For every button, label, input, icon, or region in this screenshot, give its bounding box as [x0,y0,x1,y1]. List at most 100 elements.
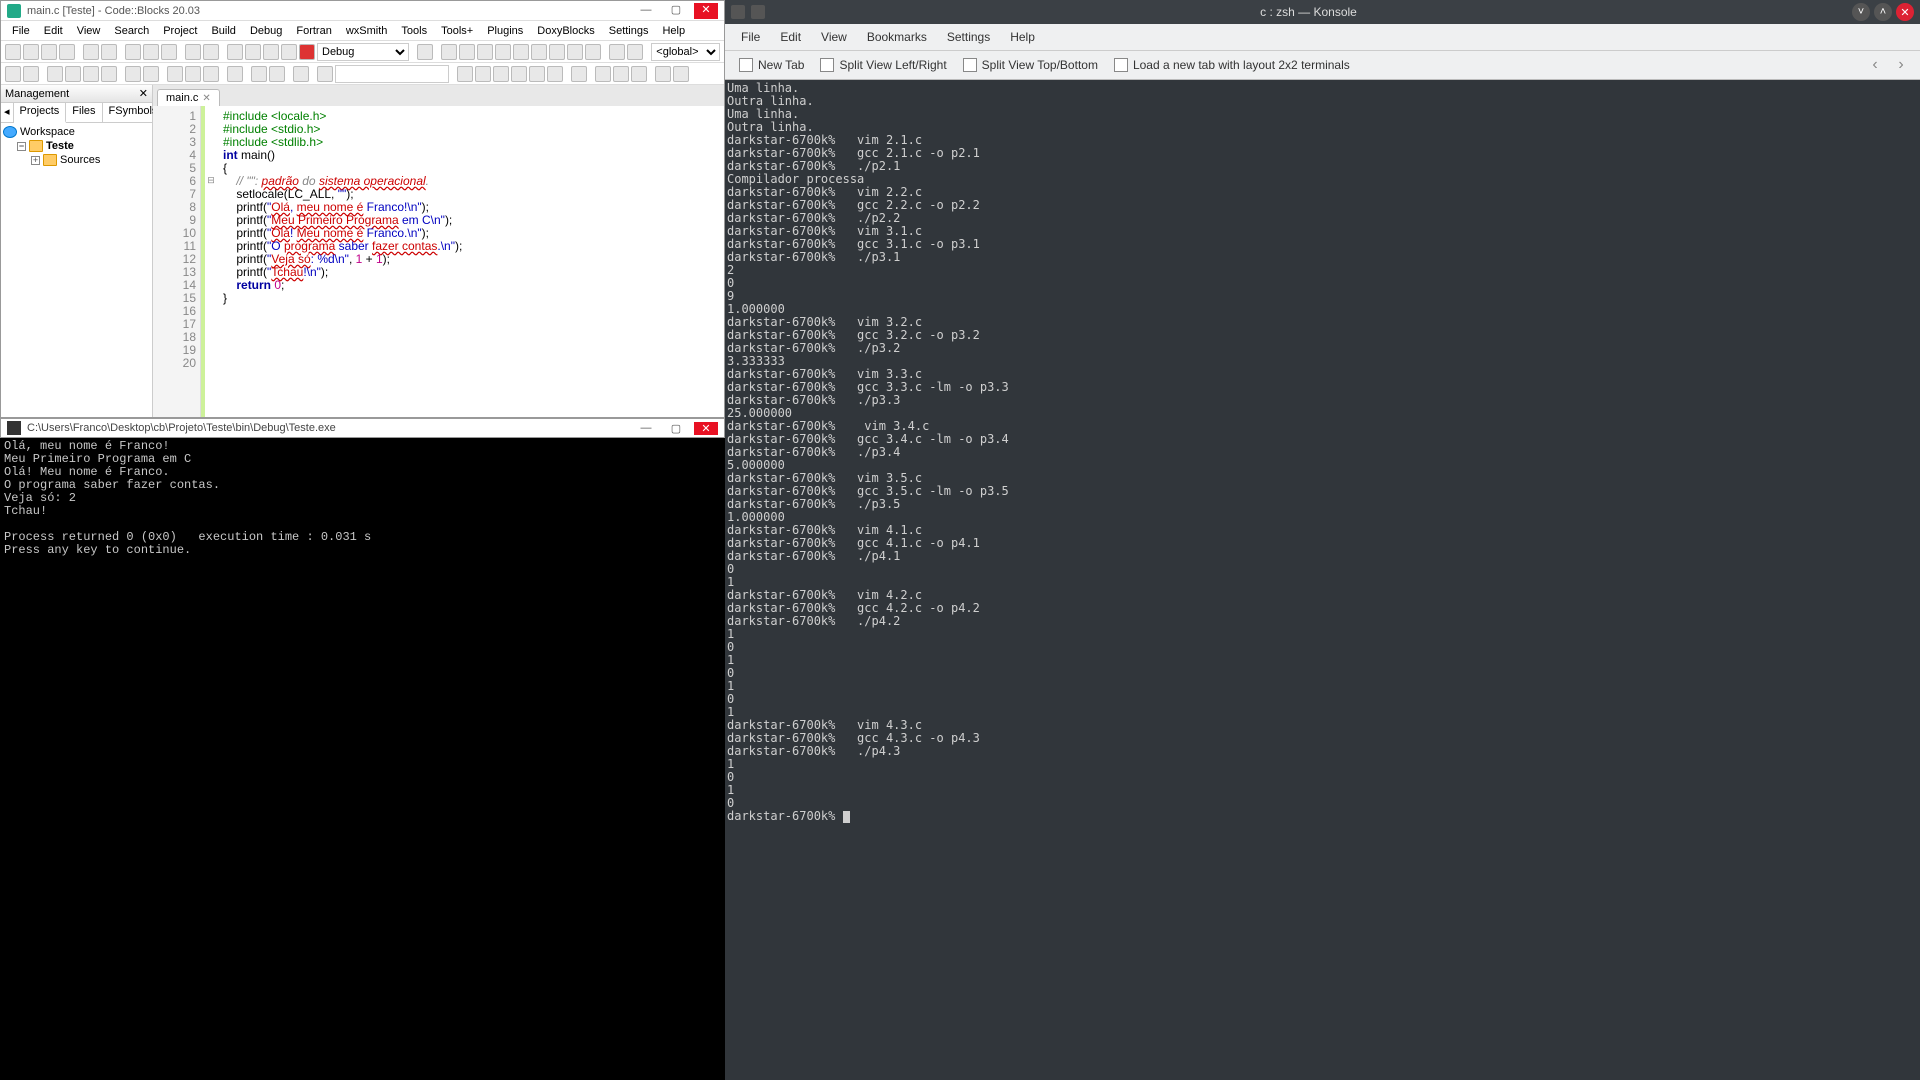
menu-file[interactable]: File [5,25,37,37]
doxy-icon[interactable] [167,66,183,82]
highlight-icon[interactable] [493,66,509,82]
nav-next-icon[interactable]: › [1888,56,1914,74]
nav-prev-icon[interactable]: ‹ [1862,56,1888,74]
close-button[interactable]: ✕ [694,3,718,19]
run-icon[interactable] [245,44,261,60]
editor-tab-close-icon[interactable]: ✕ [202,93,210,104]
build-run-icon[interactable] [263,44,279,60]
text3-icon[interactable] [631,66,647,82]
replace-icon[interactable] [203,44,219,60]
cmd-close-button[interactable]: ✕ [694,422,718,435]
doxy3-icon[interactable] [203,66,219,82]
menu-fortran[interactable]: Fortran [289,25,338,37]
build-icon[interactable] [227,44,243,60]
break-icon[interactable] [567,44,583,60]
cmd-titlebar[interactable]: C:\Users\Franco\Desktop\cb\Projeto\Teste… [0,418,725,438]
regex-icon[interactable] [547,66,563,82]
menu-wxsmith[interactable]: wxSmith [339,25,395,37]
abort-icon[interactable] [299,44,315,60]
next-match-icon[interactable] [475,66,491,82]
open-icon[interactable] [23,44,39,60]
next-bookmark-icon[interactable] [83,66,99,82]
misc1-icon[interactable] [655,66,671,82]
whole-word-icon[interactable] [529,66,545,82]
step-instr-icon[interactable] [549,44,565,60]
search-input[interactable] [335,65,449,83]
konsole-close-button[interactable]: ✕ [1896,3,1914,21]
split-lr-button[interactable]: Split View Left/Right [812,55,954,75]
kmenu-help[interactable]: Help [1000,30,1045,44]
text2-icon[interactable] [613,66,629,82]
next-line-icon[interactable] [477,44,493,60]
kmenu-bookmarks[interactable]: Bookmarks [857,30,937,44]
kmenu-settings[interactable]: Settings [937,30,1000,44]
step-out-icon[interactable] [513,44,529,60]
redo-icon[interactable] [101,44,117,60]
next-instr-icon[interactable] [531,44,547,60]
menu-view[interactable]: View [70,25,108,37]
kmenu-view[interactable]: View [811,30,857,44]
bookmark-icon[interactable] [47,66,63,82]
step-into-icon[interactable] [495,44,511,60]
info-icon[interactable] [627,44,643,60]
debug-windows-icon[interactable] [609,44,625,60]
cut-icon[interactable] [125,44,141,60]
konsole-titlebar[interactable]: c : zsh — Konsole ˅ ˄ ✕ [725,0,1920,24]
jump-icon[interactable] [125,66,141,82]
match-case-icon[interactable] [511,66,527,82]
konsole-output[interactable]: Uma linha. Outra linha. Uma linha. Outra… [725,80,1920,1080]
pin-icon[interactable] [751,5,765,19]
paste-icon[interactable] [161,44,177,60]
scope-select[interactable]: <global> [651,43,720,61]
prev-bookmark-icon[interactable] [65,66,81,82]
stop-icon[interactable] [585,44,601,60]
prev-match-icon[interactable] [457,66,473,82]
text-icon[interactable] [595,66,611,82]
menu-search[interactable]: Search [107,25,156,37]
minimize-button[interactable]: — [634,3,658,19]
tab-tree-left-arrow[interactable]: ◂ [1,103,14,122]
konsole-minimize-button[interactable]: ˅ [1852,3,1870,21]
cmd-output[interactable]: Olá, meu nome é Franco! Meu Primeiro Pro… [0,438,725,818]
code-content[interactable]: #include <locale.h>#include <stdio.h>#in… [217,106,724,417]
konsole-maximize-button[interactable]: ˄ [1874,3,1892,21]
run-to-cursor-icon[interactable] [459,44,475,60]
forward-icon[interactable] [23,66,39,82]
tree-project[interactable]: −Teste [3,139,150,153]
maximize-button[interactable]: ▢ [664,3,688,19]
menu-help[interactable]: Help [655,25,692,37]
layout-2x2-button[interactable]: Load a new tab with layout 2x2 terminals [1106,55,1358,75]
build-target-select[interactable]: Debug [317,43,409,61]
select-icon[interactable] [227,66,243,82]
cb-titlebar[interactable]: main.c [Teste] - Code::Blocks 20.03 — ▢ … [1,1,724,21]
undo-icon[interactable] [83,44,99,60]
rebuild-icon[interactable] [281,44,297,60]
nav-next-icon[interactable] [269,66,285,82]
jump-back-icon[interactable] [143,66,159,82]
misc2-icon[interactable] [673,66,689,82]
menu-plugins[interactable]: Plugins [480,25,530,37]
menu-edit[interactable]: Edit [37,25,70,37]
back-icon[interactable] [5,66,21,82]
split-tb-button[interactable]: Split View Top/Bottom [955,55,1106,75]
find-icon[interactable] [185,44,201,60]
doxy2-icon[interactable] [185,66,201,82]
tab-files[interactable]: Files [66,103,102,122]
save-icon[interactable] [41,44,57,60]
nav-prev-icon[interactable] [251,66,267,82]
tree-sources[interactable]: +Sources [3,153,150,167]
ptr-icon[interactable] [571,66,587,82]
clear-bookmarks-icon[interactable] [101,66,117,82]
debug-continue-icon[interactable] [441,44,457,60]
menu-doxyblocks[interactable]: DoxyBlocks [530,25,601,37]
new-tab-button[interactable]: New Tab [731,55,812,75]
copy-icon[interactable] [143,44,159,60]
menu-settings[interactable]: Settings [602,25,656,37]
cmd-minimize-button[interactable]: — [634,422,658,435]
code-editor[interactable]: 1234567891011121314151617181920 ⊟ #inclu… [153,106,724,417]
fold-margin[interactable]: ⊟ [205,106,217,417]
menu-build[interactable]: Build [204,25,242,37]
save-all-icon[interactable] [59,44,75,60]
run-search-icon[interactable] [317,66,333,82]
menu-tools[interactable]: Tools [394,25,434,37]
